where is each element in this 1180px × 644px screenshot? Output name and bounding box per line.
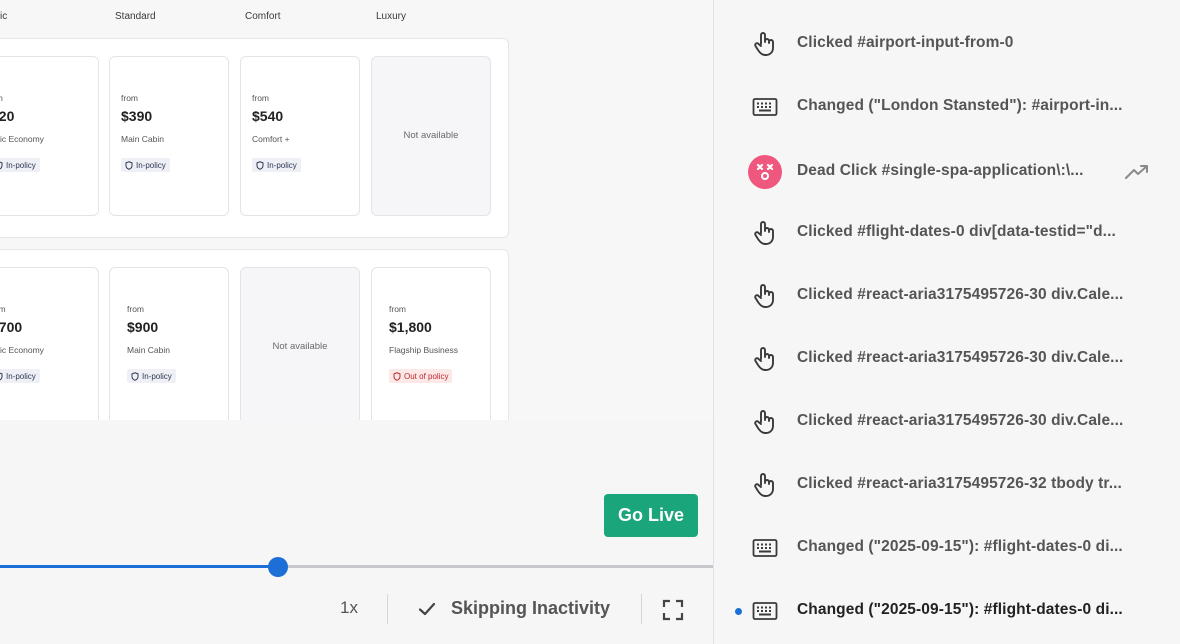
fare-price: $700 (0, 319, 23, 335)
event-item-click[interactable]: Clicked #react-aria3175495726-32 tbody t… (714, 465, 1180, 505)
policy-badge-text: In-policy (136, 160, 166, 170)
fare-price: 320 (0, 108, 15, 124)
policy-badge-text: In-policy (6, 371, 36, 381)
fare-price: $1,800 (389, 319, 432, 335)
policy-badge-text: In-policy (142, 371, 172, 381)
fare-card[interactable]: from $540 Comfort + In-policy (240, 56, 360, 216)
trend-up-icon[interactable] (1124, 163, 1150, 181)
timeline-handle[interactable] (268, 557, 288, 577)
event-label: Clicked #flight-dates-0 div[data-testid=… (797, 223, 1116, 240)
pointer-hand-icon (750, 281, 780, 311)
event-item-click[interactable]: Clicked #react-aria3175495726-30 div.Cal… (714, 402, 1180, 442)
column-header-luxury: Luxury (376, 11, 407, 22)
from-label: rom (0, 304, 6, 314)
keyboard-icon (750, 596, 780, 626)
divider (641, 594, 642, 624)
event-label: Clicked #react-aria3175495726-30 div.Cal… (797, 349, 1124, 366)
cabin-name: asic Economy (0, 134, 44, 144)
divider (387, 594, 388, 624)
cabin-name: Main Cabin (121, 134, 164, 144)
event-item-change[interactable]: Changed ("London Stansted"): #airport-in… (714, 87, 1180, 127)
pointer-hand-icon (750, 218, 780, 248)
event-label: Changed ("2025-09-15"): #flight-dates-0 … (797, 538, 1123, 555)
not-available-text: Not available (403, 130, 459, 141)
shield-icon (0, 161, 3, 169)
event-label: Clicked #react-aria3175495726-32 tbody t… (797, 475, 1122, 492)
current-event-indicator (735, 608, 742, 615)
column-header-basic: ic (0, 11, 8, 22)
pointer-hand-icon (750, 407, 780, 437)
event-label: Changed ("2025-09-15"): #flight-dates-0 … (797, 601, 1123, 618)
shield-icon (125, 160, 133, 170)
event-item-click[interactable]: Clicked #react-aria3175495726-30 div.Cal… (714, 276, 1180, 316)
event-label: Clicked #react-aria3175495726-30 div.Cal… (797, 286, 1124, 303)
pointer-hand-icon (750, 470, 780, 500)
keyboard-icon (750, 92, 780, 122)
fare-group-1: om 320 asic Economy In-policy from $390 … (0, 38, 509, 238)
fare-price: $390 (121, 108, 153, 124)
policy-badge-text: Out of policy (404, 371, 449, 381)
policy-badge: In-policy (127, 369, 176, 383)
event-label: Clicked #react-aria3175495726-30 div.Cal… (797, 412, 1124, 429)
event-label: Changed ("London Stansted"): #airport-in… (797, 97, 1123, 114)
from-label: from (121, 93, 138, 103)
event-timeline-panel: Clicked #airport-input-from-0 Changed ("L… (713, 0, 1180, 644)
timeline-progress (0, 565, 278, 568)
replayed-site: ic Standard Comfort Luxury om 320 asic E… (0, 0, 713, 420)
fare-price: $900 (127, 319, 159, 335)
from-label: from (389, 304, 406, 314)
from-label: from (252, 93, 269, 103)
policy-badge: In-policy (0, 158, 40, 172)
playback-timeline[interactable] (0, 565, 713, 568)
event-item-click[interactable]: Clicked #flight-dates-0 div[data-testid=… (714, 213, 1180, 253)
keyboard-icon (750, 533, 780, 563)
pointer-hand-icon (750, 344, 780, 374)
cabin-name: asic Economy (0, 345, 44, 355)
check-icon[interactable] (418, 601, 436, 617)
event-item-click[interactable]: Clicked #react-aria3175495726-30 div.Cal… (714, 339, 1180, 379)
dead-click-icon (748, 155, 782, 189)
policy-badge-text: In-policy (267, 160, 297, 170)
cabin-name: Main Cabin (127, 345, 170, 355)
event-item-click[interactable]: Clicked #airport-input-from-0 (714, 24, 1180, 64)
from-label: om (0, 93, 3, 103)
fare-card-unavailable: Not available (371, 56, 491, 216)
column-header-comfort: Comfort (245, 11, 281, 22)
go-live-button[interactable]: Go Live (604, 494, 698, 537)
cabin-name: Comfort + (252, 134, 290, 144)
from-label: from (127, 304, 144, 314)
fare-card[interactable]: om 320 asic Economy In-policy (0, 56, 99, 216)
fare-card-unavailable: Not available (240, 267, 360, 420)
shield-icon (393, 371, 401, 381)
event-item-dead[interactable]: Dead Click #single-spa-application\:\... (714, 152, 1180, 192)
event-label: Dead Click #single-spa-application\:\... (797, 162, 1084, 179)
fare-card[interactable]: from $1,800 Flagship Business Out of pol… (371, 267, 491, 420)
skip-inactivity-toggle[interactable]: Skipping Inactivity (451, 598, 610, 619)
policy-badge: Out of policy (389, 369, 453, 383)
not-available-text: Not available (272, 341, 328, 352)
event-label: Clicked #airport-input-from-0 (797, 34, 1014, 51)
policy-badge-text: In-policy (6, 160, 36, 170)
cabin-name: Flagship Business (389, 345, 458, 355)
fare-card[interactable]: rom $700 asic Economy In-policy (0, 267, 99, 420)
fare-price: $540 (252, 108, 284, 124)
policy-badge: In-policy (0, 369, 40, 383)
shield-icon (0, 372, 3, 380)
event-item-change[interactable]: Changed ("2025-09-15"): #flight-dates-0 … (714, 528, 1180, 568)
fullscreen-icon[interactable] (662, 599, 684, 621)
playback-speed-button[interactable]: 1x (340, 598, 358, 618)
fare-card[interactable]: from $390 Main Cabin In-policy (109, 56, 229, 216)
column-header-standard: Standard (115, 11, 156, 22)
shield-icon (256, 160, 264, 170)
pointer-hand-icon (750, 29, 780, 59)
fare-group-2: rom $700 asic Economy In-policy from $90… (0, 249, 509, 420)
policy-badge: In-policy (252, 158, 301, 172)
event-item-change[interactable]: Changed ("2025-09-15"): #flight-dates-0 … (714, 591, 1180, 631)
session-replay-viewport: ic Standard Comfort Luxury om 320 asic E… (0, 0, 713, 644)
policy-badge: In-policy (121, 158, 170, 172)
shield-icon (131, 371, 139, 381)
fare-card[interactable]: from $900 Main Cabin In-policy (109, 267, 229, 420)
